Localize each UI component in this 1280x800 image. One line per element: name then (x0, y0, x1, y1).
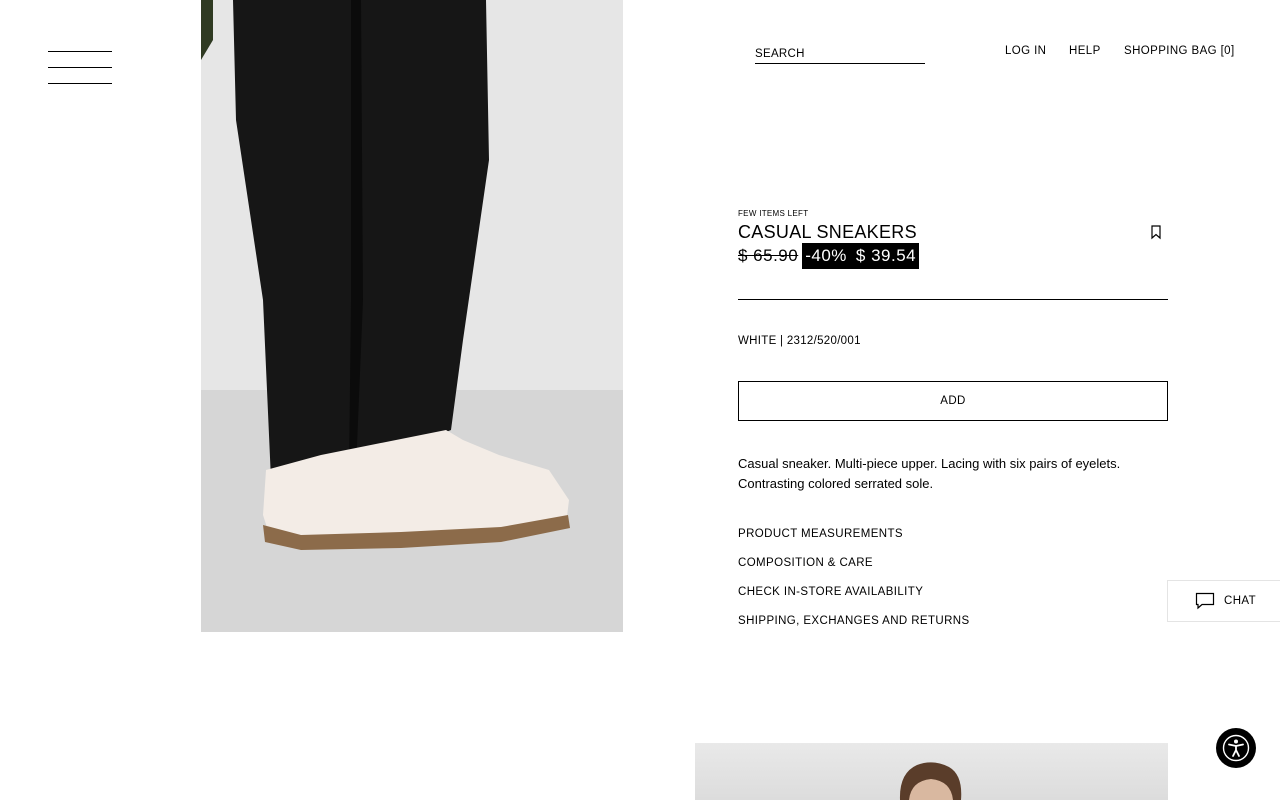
price-row: $ 65.90 -40% $ 39.54 (738, 243, 920, 269)
search-field[interactable] (755, 44, 925, 64)
menu-icon-line (48, 83, 112, 84)
chat-label: CHAT (1224, 595, 1257, 607)
composition-care-link[interactable]: COMPOSITION & CARE (738, 557, 970, 586)
discount-percent: -40% (805, 246, 847, 265)
product-measurements-link[interactable]: PRODUCT MEASUREMENTS (738, 528, 970, 557)
shopping-bag-link[interactable]: SHOPPING BAG [0] (1124, 45, 1235, 57)
help-link[interactable]: HELP (1069, 45, 1101, 57)
color-reference: WHITE | 2312/520/001 (738, 335, 861, 347)
product-description: Casual sneaker. Multi-piece upper. Lacin… (738, 456, 1121, 491)
original-price: $ 65.90 (738, 246, 799, 265)
chat-bubble-icon (1195, 592, 1215, 610)
divider (738, 299, 1168, 300)
store-availability-link[interactable]: CHECK IN-STORE AVAILABILITY (738, 586, 970, 615)
menu-button[interactable] (48, 51, 112, 85)
sale-price-badge: -40% $ 39.54 (802, 243, 920, 269)
accessibility-icon (1222, 734, 1250, 762)
shipping-returns-link[interactable]: SHIPPING, EXCHANGES AND RETURNS (738, 615, 970, 644)
bookmark-icon[interactable] (1149, 224, 1163, 240)
chat-button[interactable]: CHAT (1167, 580, 1280, 622)
secondary-product-image[interactable] (695, 743, 1168, 800)
add-to-bag-button[interactable]: ADD (738, 381, 1168, 421)
sale-price: $ 39.54 (855, 246, 917, 265)
login-link[interactable]: LOG IN (1005, 45, 1046, 57)
secondary-photo-illustration (899, 762, 962, 800)
stock-note: FEW ITEMS LEFT (738, 209, 809, 218)
product-title: CASUAL SNEAKERS (738, 222, 917, 242)
product-image[interactable] (201, 0, 623, 632)
menu-icon-line (48, 67, 112, 68)
product-photo-illustration (201, 0, 623, 632)
product-info-sections: PRODUCT MEASUREMENTS COMPOSITION & CARE … (738, 528, 970, 644)
search-input[interactable] (755, 46, 925, 62)
accessibility-button[interactable] (1216, 728, 1256, 768)
menu-icon-line (48, 51, 112, 52)
